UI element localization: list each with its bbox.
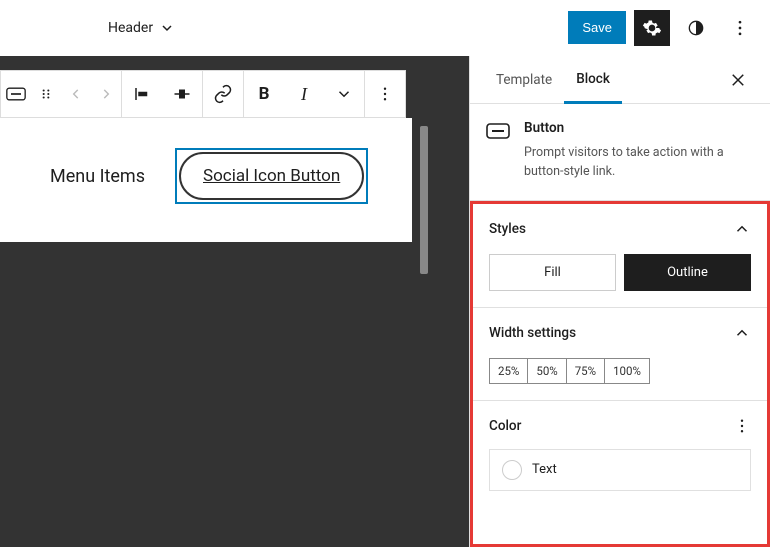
- justify-button[interactable]: [122, 71, 162, 117]
- settings-sidebar: Template Block Button Prompt visitors to…: [469, 56, 770, 547]
- view-mode-button[interactable]: [678, 10, 714, 46]
- button-block-icon: [6, 87, 26, 101]
- block-type-icon: [486, 122, 510, 146]
- color-text-row[interactable]: Text: [489, 449, 751, 491]
- width-panel-toggle[interactable]: Width settings: [489, 324, 751, 342]
- justify-left-icon: [133, 85, 151, 103]
- kebab-icon: [376, 85, 394, 103]
- chevron-right-icon: [99, 87, 113, 101]
- color-text-label: Text: [532, 462, 557, 477]
- gear-icon: [642, 18, 662, 38]
- more-format-button[interactable]: [324, 71, 364, 117]
- kebab-icon: [733, 417, 751, 435]
- drag-icon: [39, 87, 53, 101]
- style-fill-button[interactable]: Fill: [489, 254, 616, 291]
- kebab-icon: [730, 18, 750, 38]
- chevron-up-icon: [733, 220, 751, 238]
- styles-panel-toggle[interactable]: Styles: [489, 220, 751, 238]
- width-100-button[interactable]: 100%: [605, 358, 650, 384]
- block-toolbar: B I: [0, 70, 406, 118]
- more-menu-button[interactable]: [722, 10, 758, 46]
- document-label: Header: [108, 20, 153, 36]
- canvas-scrollbar[interactable]: [420, 126, 428, 274]
- color-heading: Color: [489, 418, 521, 434]
- menu-items-label[interactable]: Menu Items: [50, 166, 145, 187]
- button-block-text[interactable]: Social Icon Button: [179, 152, 364, 200]
- bold-button[interactable]: B: [244, 71, 284, 117]
- align-button[interactable]: [162, 71, 202, 117]
- chevron-up-icon: [733, 324, 751, 342]
- contrast-icon: [686, 18, 706, 38]
- header-template-area[interactable]: Menu Items Social Icon Button: [0, 118, 412, 242]
- editor-canvas[interactable]: B I Menu Items Social Icon Button: [0, 56, 469, 547]
- link-button[interactable]: [203, 71, 243, 117]
- save-button[interactable]: Save: [568, 11, 626, 44]
- close-icon: [729, 71, 747, 89]
- width-75-button[interactable]: 75%: [567, 358, 605, 384]
- highlighted-panels: Styles Fill Outline Width settings 25% 5…: [470, 201, 770, 547]
- width-heading: Width settings: [489, 325, 576, 341]
- settings-button[interactable]: [634, 10, 670, 46]
- italic-button[interactable]: I: [284, 71, 324, 117]
- button-block-selected[interactable]: Social Icon Button: [175, 148, 368, 204]
- style-outline-button[interactable]: Outline: [624, 254, 751, 291]
- move-down-button[interactable]: [91, 71, 121, 117]
- align-center-icon: [173, 85, 191, 103]
- width-50-button[interactable]: 50%: [528, 358, 566, 384]
- styles-heading: Styles: [489, 221, 526, 237]
- width-25-button[interactable]: 25%: [489, 358, 528, 384]
- move-up-button[interactable]: [61, 71, 91, 117]
- block-description: Prompt visitors to take action with a bu…: [524, 144, 754, 182]
- drag-handle[interactable]: [31, 71, 61, 117]
- tab-block[interactable]: Block: [564, 57, 622, 104]
- color-panel-toggle[interactable]: Color: [489, 417, 751, 435]
- block-type-button[interactable]: [1, 71, 31, 117]
- chevron-down-icon: [335, 85, 353, 103]
- block-title: Button: [524, 120, 754, 136]
- link-icon: [213, 84, 233, 104]
- chevron-down-icon: [159, 20, 175, 36]
- text-color-swatch: [502, 460, 522, 480]
- close-sidebar-button[interactable]: [720, 62, 756, 98]
- button-block-icon: [486, 122, 510, 140]
- tab-template[interactable]: Template: [484, 58, 564, 102]
- document-switcher[interactable]: Header: [108, 20, 175, 36]
- block-options-button[interactable]: [365, 71, 405, 117]
- chevron-left-icon: [69, 87, 83, 101]
